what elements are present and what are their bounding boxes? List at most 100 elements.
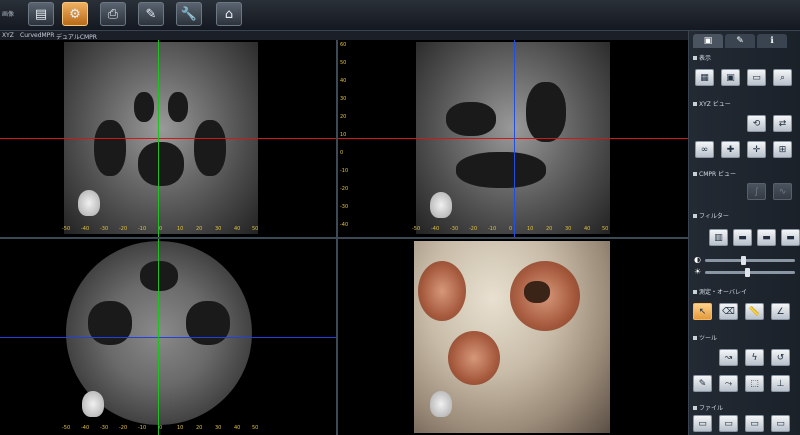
print-button[interactable]: ⎙ [100, 2, 126, 26]
viewport-divider-horizontal [0, 237, 688, 239]
curve-edit-icon: ∿ [778, 186, 787, 197]
zoom-button[interactable]: ⌕ [773, 69, 792, 86]
tool-pen-button[interactable]: ✎ [693, 375, 712, 392]
xyz-reset-button[interactable]: ⊞ [773, 141, 792, 158]
filter-icon: ▥ [714, 232, 723, 243]
curve-tool-icon: ↝ [724, 352, 733, 363]
section-measure: 測定・オーバレイ [693, 287, 747, 296]
file-open-button[interactable]: ▭ [693, 415, 712, 432]
edge-icon: ▬ [786, 232, 795, 243]
orientation-head-icon [78, 190, 100, 216]
contrast-slider-knob[interactable] [741, 256, 746, 265]
printer-icon: ⎙ [107, 6, 119, 22]
orientation-head-icon [430, 192, 452, 218]
coronal-viewport[interactable]: -50 -40 -30 -20 -10 0 10 20 30 40 50 [0, 40, 336, 237]
eraser-tool-button[interactable]: ⌫ [719, 303, 738, 320]
region-icon: ⬚ [750, 378, 759, 389]
tool-implant-button[interactable]: ⊥ [771, 375, 790, 392]
axis-icon: ✛ [752, 144, 761, 155]
crosshair-horizontal[interactable] [0, 138, 336, 139]
xyz-link-button[interactable]: ∞ [695, 141, 714, 158]
crosshair-horizontal[interactable] [0, 337, 336, 338]
mpr-cube-icon: ⚙ [69, 6, 81, 22]
cmpr-draw-button[interactable]: ∫ [747, 183, 766, 200]
house-icon: ⌂ [224, 6, 234, 22]
filter-menu-button[interactable]: ▥ [709, 229, 728, 246]
tool-spline-button[interactable]: ⤳ [719, 375, 738, 392]
toolbar-label: 画像 [2, 11, 15, 18]
layout-icon: ▦ [700, 72, 709, 83]
screen-icon: ▭ [752, 72, 761, 83]
wrench-icon: 🔧 [180, 6, 198, 22]
folder-icon: ▭ [698, 418, 707, 429]
open-volume-button[interactable]: ▤ [28, 2, 54, 26]
tab-image[interactable]: ▣ [693, 34, 723, 48]
mpr-button[interactable]: ⚙ [62, 2, 88, 26]
panel-tabs: ▣ ✎ ℹ [693, 34, 800, 48]
filter-edge-button[interactable]: ▬ [781, 229, 800, 246]
reset-icon: ⊞ [778, 144, 787, 155]
display-image-button[interactable]: ▣ [721, 69, 740, 86]
crosshair-horizontal[interactable] [338, 138, 688, 139]
axial-viewport[interactable]: -50 -40 -30 -20 -10 0 10 20 30 40 50 [0, 239, 336, 435]
tab-curved-mpr[interactable]: CurvedMPR [20, 32, 54, 39]
notes-icon: ✎ [736, 36, 744, 46]
curve-icon: ∫ [754, 186, 759, 197]
brightness-slider[interactable] [705, 268, 795, 277]
smooth-icon: ▬ [738, 232, 747, 243]
implant-icon: ⊥ [776, 378, 785, 389]
display-screen-button[interactable]: ▭ [747, 69, 766, 86]
spline-icon: ⤳ [724, 378, 733, 389]
tool-curve-button[interactable]: ↝ [719, 349, 738, 366]
section-cmpr-view: CMPR ビュー [693, 169, 736, 178]
crosshair-vertical[interactable] [158, 239, 159, 435]
file-save-button[interactable]: ▭ [719, 415, 738, 432]
xyz-cross-button[interactable]: ✚ [721, 141, 740, 158]
crosshair-vertical[interactable] [514, 40, 515, 237]
volume-render-image [414, 241, 610, 433]
xyz-axis-button[interactable]: ✛ [747, 141, 766, 158]
volume-render-viewport[interactable] [338, 239, 688, 435]
axial-ct-image [66, 241, 252, 425]
orientation-head-icon [82, 391, 104, 417]
report-button[interactable]: ✎ [138, 2, 164, 26]
tool-panel: ▣ ✎ ℹ 表示 ▦ ▣ ▭ ⌕ XYZ ビュー ⟲ ⇄ ∞ ✚ ✛ ⊞ CMP… [688, 31, 800, 435]
tool-zigzag-button[interactable]: ϟ [745, 349, 764, 366]
file-export-button[interactable]: ▭ [745, 415, 764, 432]
angle-tool-button[interactable]: ∠ [771, 303, 790, 320]
sagittal-scale: -50 -40 -30 -20 -10 0 10 20 30 40 50 [412, 226, 609, 232]
coronal-scale: -50 -40 -30 -20 -10 0 10 20 30 40 50 [62, 226, 259, 232]
xyz-flip-button[interactable]: ⇄ [773, 115, 792, 132]
pen-icon: ✎ [698, 378, 707, 389]
brightness-slider-knob[interactable] [745, 268, 750, 277]
crosshair-vertical[interactable] [158, 40, 159, 237]
xyz-rotate-button[interactable]: ⟲ [747, 115, 766, 132]
vertical-ruler: 60 50 40 30 20 10 0 -10 -20 -30 -40 [340, 42, 349, 228]
tools-button[interactable]: 🔧 [176, 2, 202, 26]
export-icon: ▭ [750, 418, 759, 429]
tab-notes[interactable]: ✎ [725, 34, 755, 48]
file-print-button[interactable]: ▭ [771, 415, 790, 432]
ruler-icon: 📏 [748, 306, 761, 317]
filter-smooth-button[interactable]: ▬ [733, 229, 752, 246]
tab-info[interactable]: ℹ [757, 34, 787, 48]
tool-region-button[interactable]: ⬚ [745, 375, 764, 392]
pointer-tool-button[interactable]: ↖ [693, 303, 712, 320]
home-button[interactable]: ⌂ [216, 2, 242, 26]
ruler-tool-button[interactable]: 📏 [745, 303, 764, 320]
cmpr-edit-button[interactable]: ∿ [773, 183, 792, 200]
filter-sharpen-button[interactable]: ▬ [757, 229, 776, 246]
tab-xyz[interactable]: XYZ [2, 32, 14, 39]
section-file: ファイル [693, 403, 723, 412]
flip-icon: ⇄ [778, 118, 787, 129]
sagittal-viewport[interactable]: 60 50 40 30 20 10 0 -10 -20 -30 -40 -50 … [338, 40, 688, 237]
tool-loop-button[interactable]: ↺ [771, 349, 790, 366]
save-icon: ▭ [724, 418, 733, 429]
magnifier-icon: ⌕ [779, 72, 786, 83]
pencil-note-icon: ✎ [145, 6, 157, 22]
sharpen-icon: ▬ [762, 232, 771, 243]
contrast-slider[interactable] [705, 256, 795, 265]
print-icon: ▭ [776, 418, 785, 429]
display-layout-button[interactable]: ▦ [695, 69, 714, 86]
image-icon: ▣ [726, 72, 735, 83]
